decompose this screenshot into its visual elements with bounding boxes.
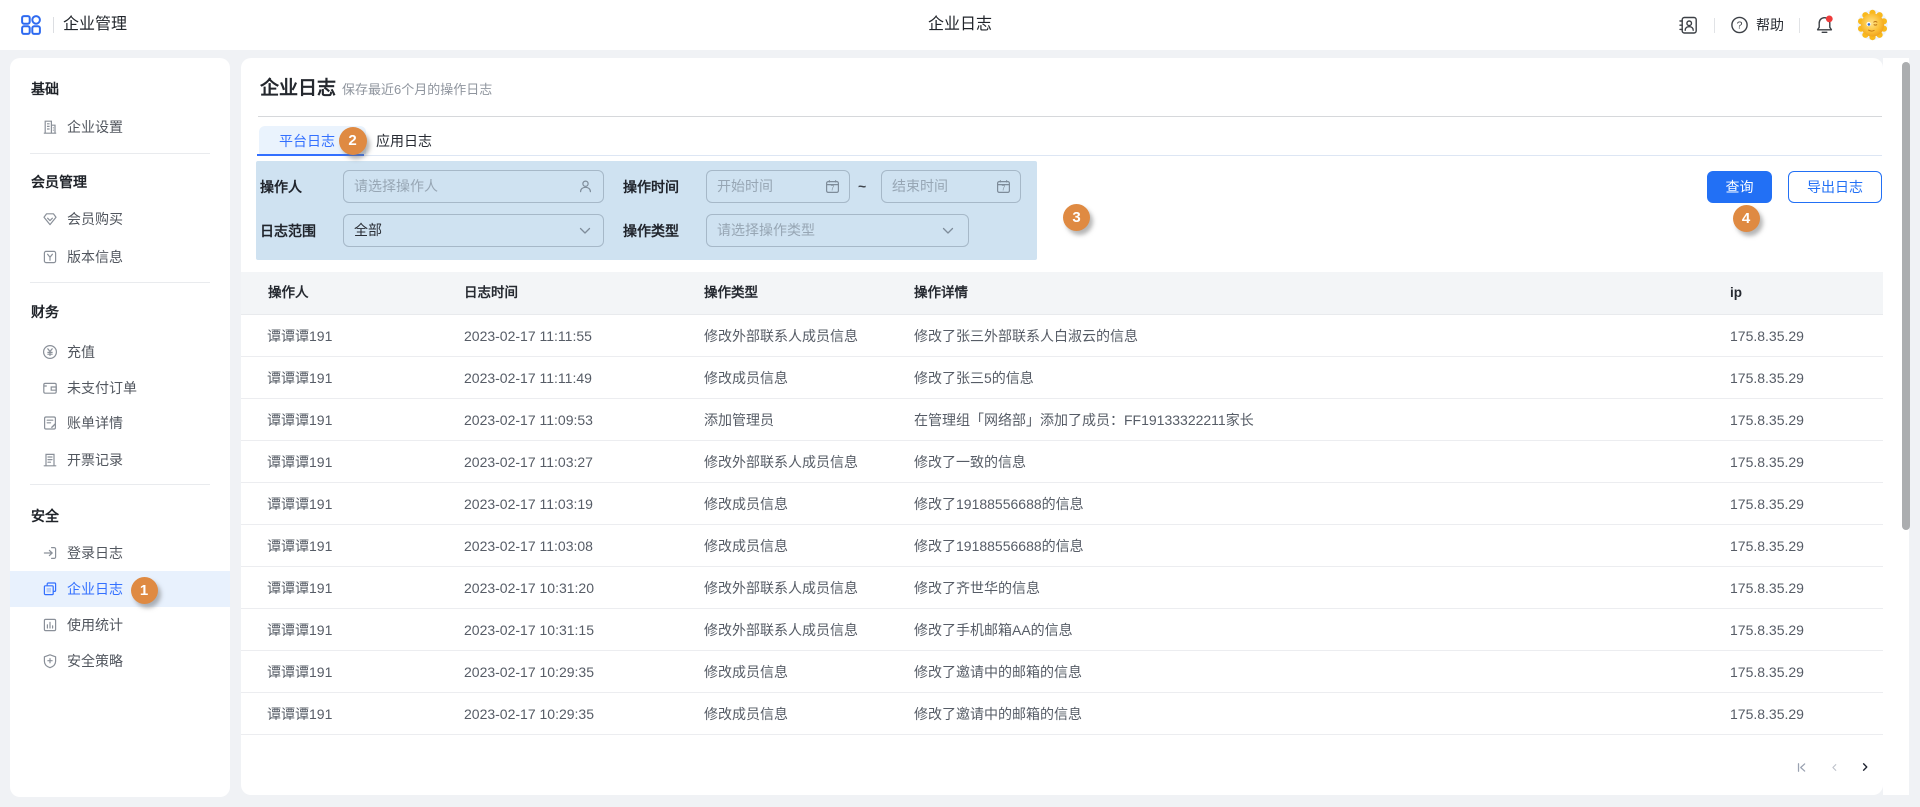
svg-text:7: 7 [831,186,835,193]
svg-text:?: ? [1737,20,1743,32]
svg-text:7: 7 [1002,186,1006,193]
